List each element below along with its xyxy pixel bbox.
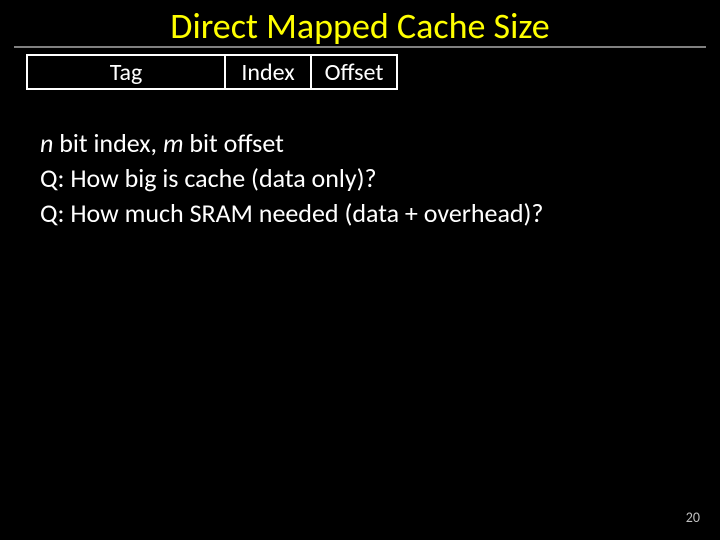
var-n: n [40,127,53,159]
slide-body: n bit index, m bit offset Q: How big is … [40,126,720,231]
text-segment: bit offset [184,127,284,159]
body-line-3: Q: How much SRAM needed (data + overhead… [40,196,720,231]
text-segment: bit index, [53,127,163,159]
address-fields-row: Tag Index Offset [26,54,720,90]
offset-field: Offset [312,54,398,90]
tag-field: Tag [26,54,226,90]
body-line-2: Q: How big is cache (data only)? [40,161,720,196]
body-line-1: n bit index, m bit offset [40,126,720,161]
slide-title: Direct Mapped Cache Size [0,0,720,48]
index-field: Index [226,54,312,90]
page-number: 20 [686,509,700,526]
var-m: m [163,127,184,159]
